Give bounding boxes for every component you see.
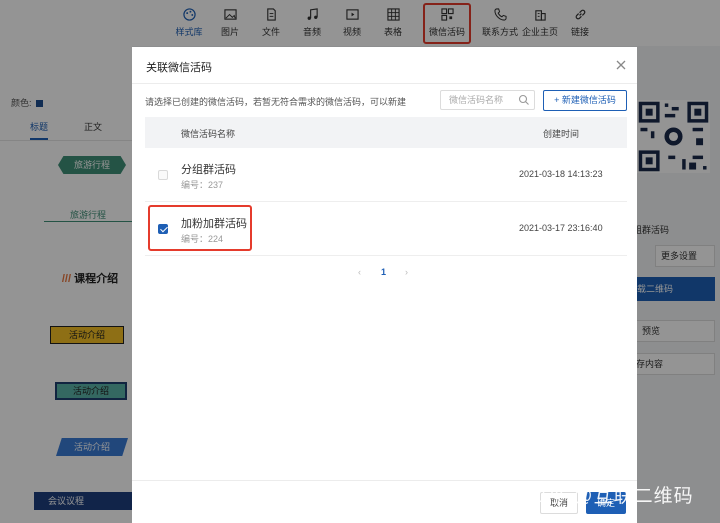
row-checkbox[interactable] [158, 224, 168, 234]
search-icon [518, 94, 529, 105]
watermark-text: 知乎 @互联二维码 [527, 486, 694, 507]
row-checkbox[interactable] [158, 170, 168, 180]
prev-page-button[interactable]: ‹ [358, 267, 361, 277]
dialog-description: 请选择已创建的微信活码，若暂无符合需求的微信活码，可以新建 [145, 97, 407, 107]
page-number[interactable]: 1 [381, 267, 386, 277]
livecode-number: 编号：237 [181, 180, 224, 190]
created-time: 2021-03-18 14:13:23 [519, 169, 603, 179]
dialog-title: 关联微信活码 [146, 62, 212, 74]
next-page-button[interactable]: › [405, 267, 408, 277]
table-header: 微信活码名称 创建时间 [145, 117, 627, 148]
table-row[interactable]: 分组群活码 编号：237 2021-03-18 14:13:23 [145, 148, 627, 202]
link-livecode-dialog: 关联微信活码 请选择已创建的微信活码，若暂无符合需求的微信活码，可以新建 微信活… [132, 47, 637, 523]
table-row[interactable]: 加粉加群活码 编号：224 2021-03-17 23:16:40 [145, 202, 627, 256]
livecode-search-input[interactable]: 微信活码名称 [440, 90, 535, 110]
new-livecode-button[interactable]: + 新建微信活码 [543, 90, 627, 111]
livecode-name: 加粉加群活码 [181, 218, 247, 230]
search-placeholder: 微信活码名称 [449, 95, 504, 105]
column-header-name: 微信活码名称 [181, 129, 236, 139]
livecode-number: 编号：224 [181, 234, 224, 244]
pagination: ‹ 1 › [354, 267, 414, 281]
dialog-header: 关联微信活码 [132, 47, 637, 84]
column-header-time: 创建时间 [543, 129, 580, 139]
close-icon[interactable] [613, 57, 629, 73]
created-time: 2021-03-17 23:16:40 [519, 223, 603, 233]
livecode-name: 分组群活码 [181, 164, 236, 176]
